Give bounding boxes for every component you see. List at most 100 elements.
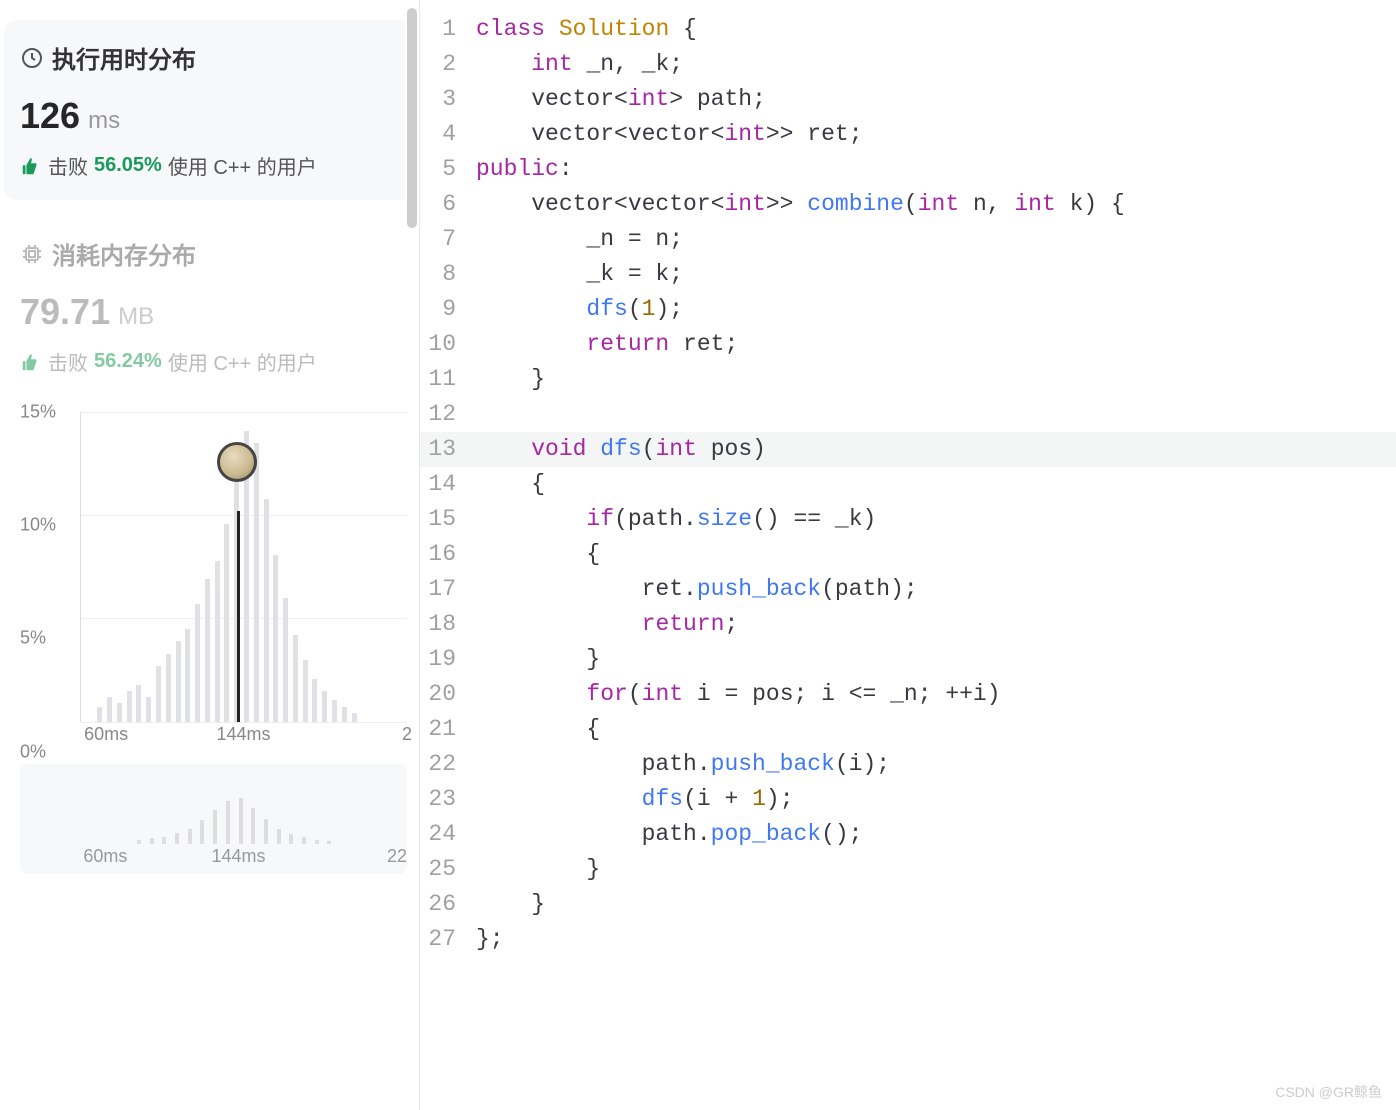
code-content[interactable]: path.pop_back(); — [476, 817, 1396, 852]
mini-chart-bar[interactable] — [327, 841, 331, 844]
chart-bar[interactable] — [224, 524, 229, 722]
chart-bar[interactable] — [312, 679, 317, 722]
code-content[interactable]: path.push_back(i); — [476, 747, 1396, 782]
code-line[interactable]: 12 — [420, 397, 1396, 432]
mini-chart-bar[interactable] — [264, 819, 268, 844]
code-content[interactable]: _k = k; — [476, 257, 1396, 292]
chart-bar[interactable] — [303, 660, 308, 722]
chart-bar[interactable] — [185, 629, 190, 722]
chart-bar[interactable] — [97, 707, 102, 723]
distribution-chart[interactable]: 15%10%5%0% 60ms144ms2 — [20, 412, 407, 752]
mini-chart-bar[interactable] — [302, 837, 306, 844]
chart-bar[interactable] — [107, 697, 112, 722]
chart-plot[interactable] — [80, 412, 407, 722]
current-marker-badge[interactable] — [217, 442, 257, 482]
code-line[interactable]: 22 path.push_back(i); — [420, 747, 1396, 782]
code-content[interactable]: } — [476, 887, 1396, 922]
code-line[interactable]: 9 dfs(1); — [420, 292, 1396, 327]
mini-chart-bar[interactable] — [188, 829, 192, 844]
chart-bar[interactable] — [342, 707, 347, 723]
code-line[interactable]: 24 path.pop_back(); — [420, 817, 1396, 852]
code-line[interactable]: 10 return ret; — [420, 327, 1396, 362]
chart-bar[interactable] — [352, 713, 357, 722]
code-line[interactable]: 16 { — [420, 537, 1396, 572]
code-content[interactable]: } — [476, 852, 1396, 887]
code-content[interactable]: for(int i = pos; i <= _n; ++i) — [476, 677, 1396, 712]
code-line[interactable]: 13 void dfs(int pos) — [420, 432, 1396, 467]
runtime-section[interactable]: 执行用时分布 126 ms 击败 56.05% 使用 C++ 的用户 — [4, 20, 411, 200]
mini-chart-bar[interactable] — [277, 829, 281, 844]
code-line[interactable]: 6 vector<vector<int>> combine(int n, int… — [420, 187, 1396, 222]
chart-bar[interactable] — [322, 691, 327, 722]
code-content[interactable]: public: — [476, 152, 1396, 187]
code-line[interactable]: 5public: — [420, 152, 1396, 187]
chart-bar[interactable] — [127, 691, 132, 722]
code-content[interactable]: dfs(1); — [476, 292, 1396, 327]
mini-distribution-chart[interactable]: 60ms144ms22 — [20, 764, 407, 874]
chart-bar[interactable] — [156, 666, 161, 722]
mini-chart-bar[interactable] — [150, 838, 154, 844]
chart-bar[interactable] — [195, 604, 200, 722]
chart-bar[interactable] — [293, 635, 298, 722]
code-line[interactable]: 27}; — [420, 922, 1396, 957]
code-line[interactable]: 15 if(path.size() == _k) — [420, 502, 1396, 537]
chart-bar[interactable] — [254, 443, 259, 722]
chart-bar[interactable] — [146, 697, 151, 722]
code-line[interactable]: 23 dfs(i + 1); — [420, 782, 1396, 817]
code-content[interactable]: if(path.size() == _k) — [476, 502, 1396, 537]
code-content[interactable]: }; — [476, 922, 1396, 957]
code-line[interactable]: 1class Solution { — [420, 12, 1396, 47]
code-line[interactable]: 14 { — [420, 467, 1396, 502]
code-line[interactable]: 19 } — [420, 642, 1396, 677]
chart-bar[interactable] — [215, 561, 220, 722]
code-content[interactable]: dfs(i + 1); — [476, 782, 1396, 817]
chart-bar[interactable] — [332, 700, 337, 722]
mini-chart-bar[interactable] — [200, 820, 204, 844]
code-line[interactable]: 7 _n = n; — [420, 222, 1396, 257]
mini-chart-bar[interactable] — [289, 834, 293, 844]
mini-chart-bar[interactable] — [315, 840, 319, 844]
code-content[interactable]: return ret; — [476, 327, 1396, 362]
code-content[interactable]: } — [476, 642, 1396, 677]
scrollbar-thumb[interactable] — [407, 8, 417, 228]
mini-chart-bar[interactable] — [213, 810, 217, 844]
code-content[interactable]: ret.push_back(path); — [476, 572, 1396, 607]
code-content[interactable]: vector<vector<int>> combine(int n, int k… — [476, 187, 1396, 222]
code-content[interactable]: class Solution { — [476, 12, 1396, 47]
code-line[interactable]: 18 return; — [420, 607, 1396, 642]
mini-chart-bar[interactable] — [251, 808, 255, 844]
code-line[interactable]: 20 for(int i = pos; i <= _n; ++i) — [420, 677, 1396, 712]
code-content[interactable] — [476, 397, 1396, 432]
code-editor[interactable]: 1class Solution {2 int _n, _k;3 vector<i… — [420, 0, 1396, 1110]
mini-chart-bar[interactable] — [239, 798, 243, 844]
code-content[interactable]: { — [476, 467, 1396, 502]
mini-chart-bar[interactable] — [162, 837, 166, 844]
chart-bar[interactable] — [205, 579, 210, 722]
chart-bar[interactable] — [176, 641, 181, 722]
scrollbar[interactable] — [405, 0, 419, 1110]
chart-bar[interactable] — [283, 598, 288, 722]
code-content[interactable]: void dfs(int pos) — [476, 432, 1396, 467]
code-line[interactable]: 4 vector<vector<int>> ret; — [420, 117, 1396, 152]
code-line[interactable]: 2 int _n, _k; — [420, 47, 1396, 82]
chart-bar[interactable] — [136, 685, 141, 722]
code-line[interactable]: 8 _k = k; — [420, 257, 1396, 292]
chart-bar[interactable] — [264, 499, 269, 722]
code-content[interactable]: { — [476, 712, 1396, 747]
code-line[interactable]: 21 { — [420, 712, 1396, 747]
code-content[interactable]: _n = n; — [476, 222, 1396, 257]
code-content[interactable]: return; — [476, 607, 1396, 642]
code-line[interactable]: 11 } — [420, 362, 1396, 397]
code-line[interactable]: 26 } — [420, 887, 1396, 922]
code-line[interactable]: 25 } — [420, 852, 1396, 887]
mini-chart-bar[interactable] — [226, 801, 230, 844]
chart-bar[interactable] — [166, 654, 171, 722]
memory-section[interactable]: 消耗内存分布 79.71 MB 击败 56.24% 使用 C++ 的用户 — [20, 236, 407, 376]
mini-chart-bar[interactable] — [137, 840, 141, 844]
code-content[interactable]: } — [476, 362, 1396, 397]
code-content[interactable]: vector<int> path; — [476, 82, 1396, 117]
code-content[interactable]: vector<vector<int>> ret; — [476, 117, 1396, 152]
code-line[interactable]: 17 ret.push_back(path); — [420, 572, 1396, 607]
chart-bar[interactable] — [117, 703, 122, 722]
mini-chart-bar[interactable] — [175, 833, 179, 844]
